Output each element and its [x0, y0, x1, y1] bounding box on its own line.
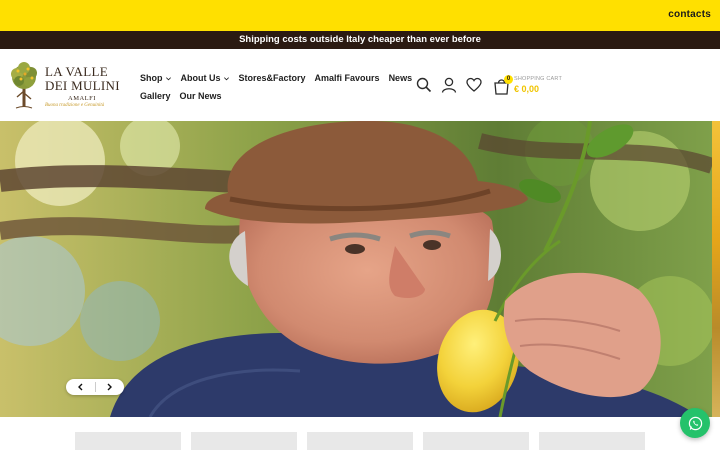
top-bar: contacts	[0, 0, 720, 31]
shipping-notice-bar: Shipping costs outside Italy cheaper tha…	[0, 31, 720, 49]
search-icon[interactable]	[416, 77, 432, 93]
slider-controls	[66, 379, 124, 395]
logo-tagline: Buona tradizione e Genuinità	[45, 103, 105, 108]
heart-icon[interactable]	[466, 77, 482, 93]
category-cards	[75, 432, 645, 450]
slider-next-button[interactable]	[96, 379, 125, 395]
nav-item-amalfi-favours[interactable]: Amalfi Favours	[315, 73, 380, 83]
cart-label: SHOPPING CART	[514, 76, 563, 82]
hero-slider-image	[0, 121, 712, 417]
header-icons	[416, 77, 482, 93]
shopping-cart[interactable]: 0 SHOPPING CART € 0,00	[493, 73, 573, 97]
nav-row-1: Shop About Us Stores&Factory Amalfi Favo…	[140, 69, 412, 87]
nav-item-our-news[interactable]: Our News	[180, 91, 222, 101]
hero-photo	[0, 121, 712, 417]
category-card[interactable]	[539, 432, 645, 450]
category-card[interactable]	[191, 432, 297, 450]
category-card[interactable]	[75, 432, 181, 450]
nav-item-shop[interactable]: Shop	[140, 73, 172, 83]
cart-count-badge: 0	[504, 75, 513, 84]
cart-amount: € 0,00	[514, 84, 540, 94]
chevron-down-icon	[223, 76, 229, 80]
chevron-right-icon	[107, 383, 113, 391]
chevron-down-icon	[165, 76, 171, 80]
category-card[interactable]	[423, 432, 529, 450]
category-card[interactable]	[307, 432, 413, 450]
next-slide-edge	[712, 121, 720, 417]
logo-city: AMALFI	[68, 95, 96, 102]
contacts-link[interactable]: contacts	[668, 9, 711, 20]
whatsapp-icon	[688, 416, 702, 430]
nav-label: About Us	[180, 73, 221, 83]
nav-item-stores-factory[interactable]: Stores&Factory	[239, 73, 306, 83]
nav-label: Shop	[140, 73, 163, 83]
user-icon[interactable]	[441, 77, 457, 93]
nav-item-gallery[interactable]: Gallery	[140, 91, 171, 101]
site-logo[interactable]: LA VALLE DEI MULINI AMALFI Buona tradizi…	[8, 61, 120, 111]
lemon-tree-logo-icon	[11, 62, 37, 109]
nav-item-news[interactable]: News	[389, 73, 413, 83]
site-header: LA VALLE DEI MULINI AMALFI Buona tradizi…	[0, 49, 720, 121]
whatsapp-chat-button[interactable]	[680, 408, 710, 438]
nav-item-about-us[interactable]: About Us	[181, 73, 230, 83]
chevron-left-icon	[77, 383, 83, 391]
logo-line2: DEI MULINI	[45, 78, 120, 93]
slider-prev-button[interactable]	[66, 379, 95, 395]
main-navigation: Shop About Us Stores&Factory Amalfi Favo…	[140, 69, 412, 105]
nav-row-2: Gallery Our News	[140, 87, 405, 105]
